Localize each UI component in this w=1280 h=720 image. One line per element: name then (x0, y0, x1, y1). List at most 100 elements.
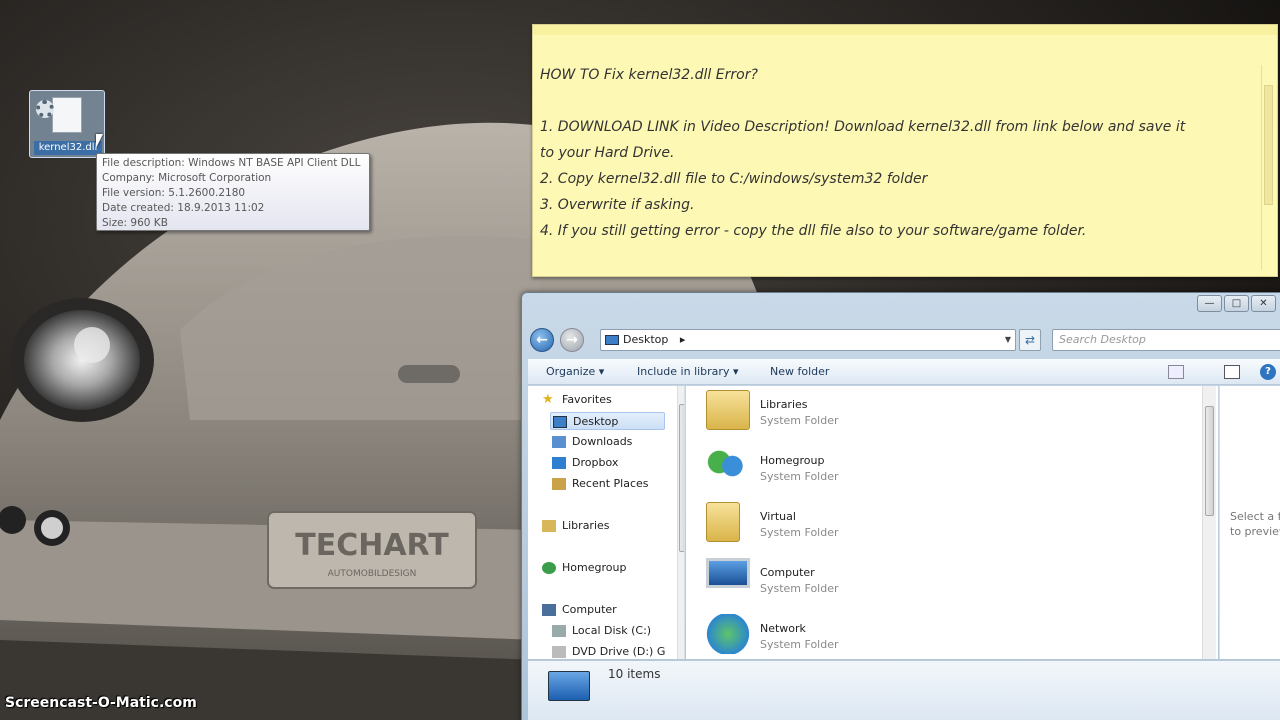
nav-recent-places[interactable]: Recent Places (550, 475, 649, 493)
organize-label: Organize (546, 365, 596, 378)
preview-message-2: to preview (1230, 525, 1280, 538)
libraries-folder-icon (706, 390, 750, 430)
sticky-step-1-cont: to your Hard Drive. (540, 145, 675, 161)
explorer-window[interactable]: — □ ✕ ← → Desktop ▸ ▼ ⇄ Search Desktop O… (521, 292, 1280, 720)
minimize-button[interactable]: — (1197, 295, 1222, 312)
nav-label: Downloads (572, 435, 633, 448)
new-folder-button[interactable]: New folder (770, 359, 829, 385)
address-dropdown-icon[interactable]: ▼ (1005, 330, 1011, 350)
item-type: System Folder (760, 414, 839, 427)
downloads-icon (552, 436, 566, 448)
nav-label: DVD Drive (D:) G (572, 645, 666, 658)
address-text: Desktop (623, 333, 669, 346)
nav-homegroup[interactable]: Homegroup (540, 559, 626, 577)
nav-label: Desktop (573, 415, 619, 428)
network-globe-icon (706, 614, 750, 654)
list-item[interactable]: Network System Folder (706, 610, 1006, 659)
tooltip-version: File version: 5.1.2600.2180 (102, 187, 246, 199)
sticky-note[interactable]: HOW TO Fix kernel32.dll Error? 1. DOWNLO… (532, 24, 1278, 277)
gear-icon (36, 100, 54, 118)
item-name: Computer (760, 566, 815, 579)
mouse-cursor-icon (96, 134, 103, 148)
sticky-scrollbar[interactable] (1261, 65, 1275, 270)
nav-libraries[interactable]: Libraries (540, 517, 610, 535)
details-pane: 10 items (528, 660, 1280, 720)
file-list: Libraries System Folder Homegroup System… (686, 386, 1218, 659)
list-item[interactable]: Homegroup System Folder (706, 442, 1006, 494)
organize-button[interactable]: Organize ▾ (546, 359, 604, 385)
sticky-step-1: 1. DOWNLOAD LINK in Video Description! D… (540, 119, 1186, 135)
nav-label: Dropbox (572, 456, 619, 469)
nav-label: Favorites (562, 393, 612, 406)
preview-message-1: Select a fil (1230, 510, 1280, 523)
forward-button[interactable]: → (560, 328, 584, 352)
computer-icon (706, 558, 750, 588)
homegroup-icon (706, 446, 750, 486)
desktop-icon (553, 416, 567, 428)
desktop-icon-kernel32[interactable]: kernel32.dll (29, 90, 105, 158)
computer-icon (542, 604, 556, 616)
item-name: Homegroup (760, 454, 825, 467)
include-in-library-label: Include in library (637, 365, 730, 378)
sticky-note-titlebar[interactable] (533, 25, 1277, 35)
navigation-pane: ★ Favorites Desktop Downloads Dropbox Rec… (528, 386, 685, 659)
user-folder-icon (706, 502, 740, 542)
breadcrumb-chevron-icon[interactable]: ▸ (680, 333, 686, 346)
item-type: System Folder (760, 526, 839, 539)
list-item[interactable]: Computer System Folder (706, 554, 1006, 606)
nav-dvd-drive[interactable]: DVD Drive (D:) G (550, 643, 665, 659)
close-button[interactable]: ✕ (1251, 295, 1276, 312)
file-list-scrollbar[interactable] (1202, 386, 1216, 659)
item-count: 10 items (608, 667, 661, 681)
refresh-button[interactable]: ⇄ (1019, 329, 1041, 351)
star-icon: ★ (542, 392, 554, 407)
command-bar: Organize ▾ Include in library ▾ New fold… (528, 359, 1280, 385)
window-controls: — □ ✕ (1197, 295, 1276, 312)
include-in-library-button[interactable]: Include in library ▾ (637, 359, 738, 385)
nav-downloads[interactable]: Downloads (550, 433, 632, 451)
maximize-button[interactable]: □ (1224, 295, 1249, 312)
item-type: System Folder (760, 638, 839, 651)
tooltip-size: Size: 960 KB (102, 217, 168, 229)
homegroup-icon (542, 562, 556, 574)
tooltip-description: File description: Windows NT BASE API Cl… (102, 157, 361, 169)
nav-desktop[interactable]: Desktop (550, 412, 665, 430)
help-icon[interactable]: ? (1260, 364, 1276, 380)
dvd-drive-icon (552, 646, 566, 658)
address-bar[interactable]: Desktop ▸ ▼ (600, 329, 1016, 351)
nav-local-disk[interactable]: Local Disk (C:) (550, 622, 651, 640)
nav-computer[interactable]: Computer (540, 601, 617, 619)
list-item[interactable]: Libraries System Folder (706, 386, 1006, 438)
nav-favorites[interactable]: ★ Favorites (540, 391, 612, 409)
desktop-icon-label: kernel32.dll (34, 141, 102, 155)
nav-scrollbar[interactable] (677, 386, 684, 659)
nav-label: Libraries (562, 519, 610, 532)
sticky-note-text[interactable]: HOW TO Fix kernel32.dll Error? 1. DOWNLO… (540, 62, 1260, 244)
sticky-step-2: 2. Copy kernel32.dll file to C:/windows/… (540, 171, 928, 187)
nav-label: Homegroup (562, 561, 627, 574)
tooltip-company: Company: Microsoft Corporation (102, 172, 272, 184)
dropbox-icon (552, 457, 566, 469)
file-info-tooltip: File description: Windows NT BASE API Cl… (96, 153, 370, 231)
search-input[interactable]: Search Desktop (1052, 329, 1280, 351)
change-view-icon[interactable] (1168, 365, 1184, 379)
hard-drive-icon (552, 625, 566, 637)
preview-pane-icon[interactable] (1224, 365, 1240, 379)
sticky-step-3: 3. Overwrite if asking. (540, 197, 695, 213)
libraries-icon (542, 520, 556, 532)
nav-dropbox[interactable]: Dropbox (550, 454, 618, 472)
dll-file-icon (52, 97, 82, 133)
back-button[interactable]: ← (530, 328, 554, 352)
sticky-step-4: 4. If you still getting error - copy the… (540, 223, 1087, 239)
item-name: Libraries (760, 398, 808, 411)
recent-places-icon (552, 478, 566, 490)
nav-label: Recent Places (572, 477, 649, 490)
item-name: Virtual (760, 510, 796, 523)
sticky-title: HOW TO Fix kernel32.dll Error? (540, 67, 758, 83)
wallpaper-badge-sub: AUTOMOBILDESIGN (328, 569, 417, 579)
item-type: System Folder (760, 470, 839, 483)
list-item[interactable]: Virtual System Folder (706, 498, 1006, 550)
nav-label: Local Disk (C:) (572, 624, 652, 637)
tooltip-date: Date created: 18.9.2013 11:02 (102, 202, 265, 214)
desktop-icon (605, 335, 619, 345)
